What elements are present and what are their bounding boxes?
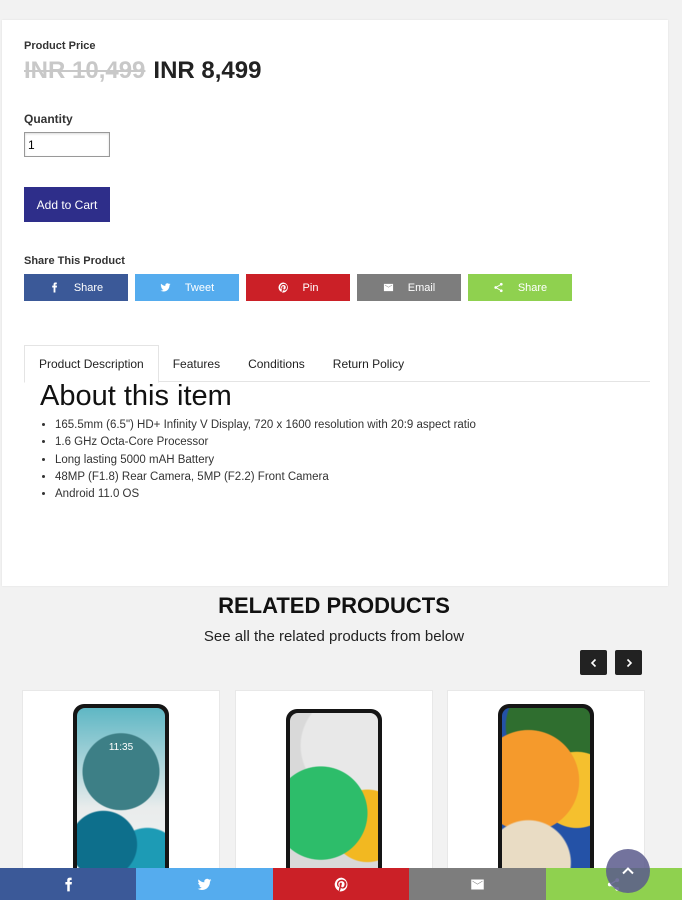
new-price: INR 8,499 [153, 57, 262, 84]
bottom-pinterest-button[interactable] [272, 868, 410, 900]
email-icon [383, 283, 393, 292]
chevron-up-icon [622, 867, 634, 875]
email-icon [471, 879, 484, 889]
twitter-icon [160, 283, 171, 292]
old-price: INR 10,499 [24, 57, 146, 84]
share-button-label: Tweet [184, 281, 215, 294]
pinterest-icon [334, 877, 347, 891]
product-image [498, 704, 594, 894]
facebook-share-button[interactable]: Share [24, 274, 128, 301]
scroll-to-top-button[interactable] [606, 849, 650, 893]
chevron-left-icon [590, 658, 596, 667]
bottom-facebook-button[interactable] [0, 868, 137, 900]
product-image: 11:35 [73, 704, 169, 894]
list-item: Long lasting 5000 mAH Battery [55, 452, 476, 469]
bottom-email-button[interactable] [409, 868, 546, 900]
generic-share-button[interactable]: Share [468, 274, 572, 301]
quantity-label: Quantity [24, 112, 73, 126]
tab-conditions[interactable]: Conditions [234, 345, 319, 382]
share-icon [494, 282, 503, 293]
list-item: 48MP (F1.8) Rear Camera, 5MP (F2.2) Fron… [55, 469, 476, 486]
tab-return-policy[interactable]: Return Policy [319, 345, 418, 382]
product-tabs: Product Description Features Conditions … [24, 345, 650, 383]
twitter-icon [197, 878, 212, 890]
add-to-cart-button[interactable]: Add to Cart [24, 187, 110, 222]
email-share-button[interactable]: Email [357, 274, 461, 301]
list-item: 1.6 GHz Octa-Core Processor [55, 434, 476, 451]
twitter-share-button[interactable]: Tweet [135, 274, 239, 301]
share-buttons: Share Tweet Pin Email Share [24, 274, 572, 301]
pinterest-icon [278, 282, 288, 293]
carousel-prev-button[interactable] [580, 650, 607, 675]
bottom-share-bar [0, 868, 682, 900]
price-label: Product Price [24, 40, 96, 52]
page: Product Price INR 10,499 INR 8,499 Quanti… [0, 0, 682, 900]
carousel-next-button[interactable] [615, 650, 642, 675]
price-row: INR 10,499 INR 8,499 [24, 57, 261, 85]
bottom-twitter-button[interactable] [136, 868, 273, 900]
tab-features[interactable]: Features [159, 345, 234, 382]
quantity-input[interactable] [24, 132, 110, 157]
chevron-right-icon [626, 658, 632, 667]
related-products-subtitle: See all the related products from below [203, 628, 465, 645]
facebook-icon [52, 282, 57, 293]
share-label: Share This Product [24, 255, 125, 267]
pinterest-share-button[interactable]: Pin [246, 274, 350, 301]
tab-product-description[interactable]: Product Description [24, 345, 159, 383]
list-item: Android 11.0 OS [55, 486, 476, 503]
list-item: 165.5mm (6.5") HD+ Infinity V Display, 7… [55, 417, 476, 434]
related-products-title: RELATED PRODUCTS [218, 593, 450, 618]
share-button-label: Pin [302, 281, 319, 294]
about-title: About this item [40, 380, 232, 412]
feature-list: 165.5mm (6.5") HD+ Infinity V Display, 7… [55, 417, 476, 503]
share-button-label: Email [407, 281, 436, 294]
share-button-label: Share [517, 281, 548, 294]
phone-clock: 11:35 [108, 742, 134, 753]
share-button-label: Share [73, 281, 104, 294]
facebook-icon [65, 877, 72, 891]
